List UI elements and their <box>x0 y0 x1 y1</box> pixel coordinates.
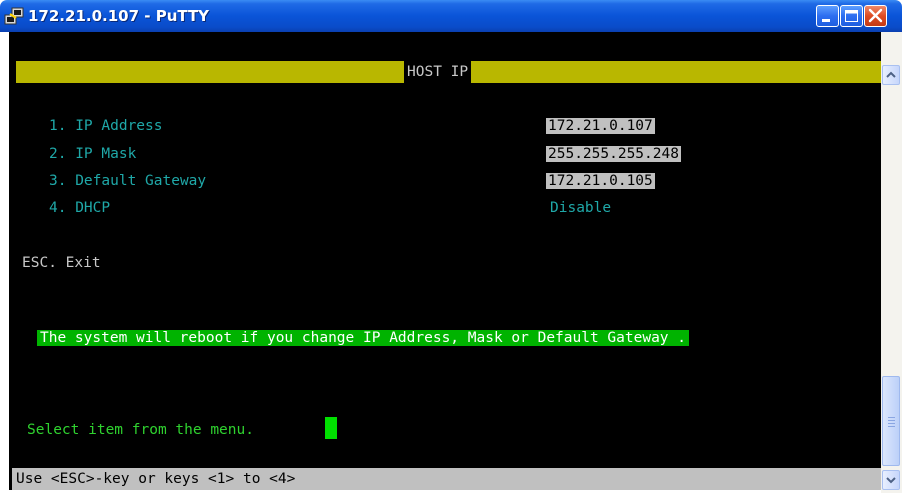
scroll-thumb[interactable] <box>882 376 900 466</box>
close-button[interactable] <box>864 5 887 27</box>
putty-icon[interactable] <box>4 6 24 26</box>
scroll-up-button[interactable] <box>882 65 900 85</box>
menu-item-exit: ESC. Exit <box>22 255 101 271</box>
maximize-button[interactable] <box>840 5 863 27</box>
status-line: Use <ESC>-key or keys <1> to <4> <box>12 468 881 490</box>
chevron-down-icon <box>886 477 896 484</box>
default-gateway-value: 172.21.0.105 <box>546 173 655 189</box>
close-icon <box>868 8 883 23</box>
menu-item-ip-address: 1. IP Address <box>49 118 163 134</box>
header-title: HOST IP <box>404 61 472 83</box>
minimize-button[interactable] <box>816 5 839 27</box>
window-title: 172.21.0.107 - PuTTY <box>28 7 210 25</box>
menu-item-ip-mask: 2. IP Mask <box>49 146 137 162</box>
ip-address-value: 172.21.0.107 <box>546 118 655 134</box>
minimize-icon <box>822 19 830 22</box>
ip-mask-value: 255.255.255.248 <box>546 146 681 162</box>
menu-prompt: Select item from the menu. <box>27 422 254 438</box>
terminal-screen[interactable]: HOST IP 1. IP Address 172.21.0.107 2. IP… <box>9 32 881 490</box>
reboot-warning: The system will reboot if you change IP … <box>37 330 690 346</box>
scroll-down-button[interactable] <box>882 470 900 490</box>
maximize-icon <box>845 10 858 22</box>
title-bar[interactable]: 172.21.0.107 - PuTTY <box>0 0 902 32</box>
chevron-up-icon <box>886 71 896 78</box>
menu-item-dhcp: 4. DHCP <box>49 200 111 216</box>
vertical-scrollbar[interactable] <box>881 32 902 493</box>
text-cursor <box>325 417 337 439</box>
menu-item-default-gateway: 3. Default Gateway <box>49 173 207 189</box>
dhcp-value: Disable <box>550 200 612 216</box>
